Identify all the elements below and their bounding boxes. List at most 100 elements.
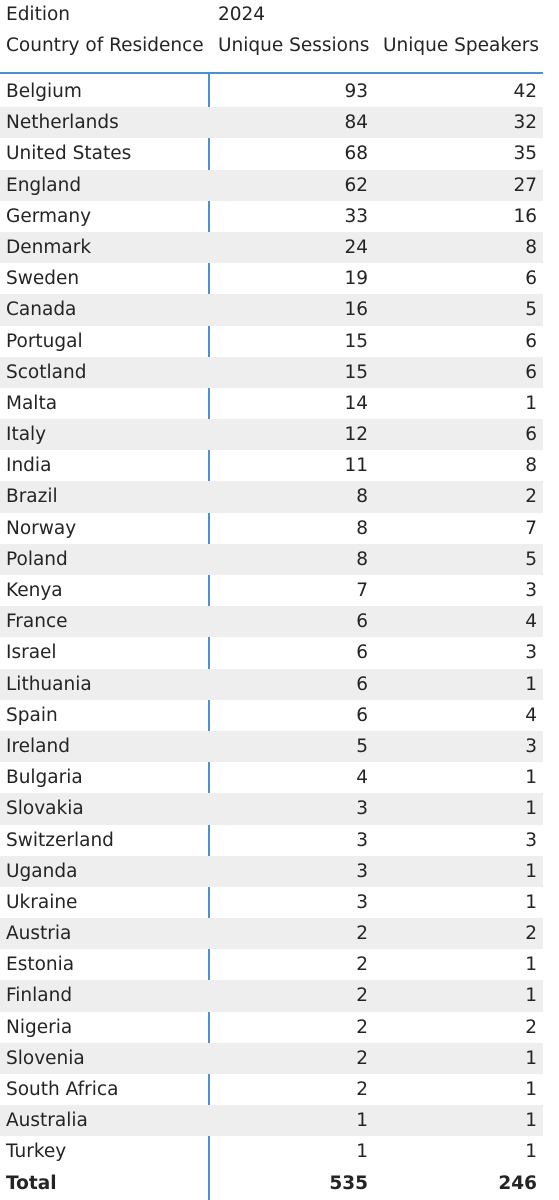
total-speakers: 246 (498, 1172, 537, 1194)
speakers-cell: 42 (513, 81, 537, 102)
total-label: Total (6, 1172, 57, 1194)
table-row[interactable]: Slovakia 3 1 (0, 793, 543, 825)
sessions-cell: 2 (356, 985, 368, 1007)
speakers-cell: 3 (525, 735, 537, 757)
country-cell: Lithuania (6, 673, 92, 695)
country-cell: Kenya (6, 580, 63, 601)
speakers-cell: 16 (513, 205, 537, 227)
speakers-cell: 1 (525, 673, 537, 695)
country-cell: Switzerland (6, 829, 114, 851)
speakers-cell: 1 (525, 392, 537, 414)
country-cell: Finland (6, 985, 73, 1007)
speakers-cell: 1 (525, 891, 537, 913)
sessions-cell: 3 (356, 891, 368, 913)
table-row[interactable]: Estonia 2 1 (0, 949, 543, 980)
country-cell: Ukraine (6, 891, 78, 913)
table-row[interactable]: Denmark 24 8 (0, 231, 543, 264)
column-header-sessions[interactable]: Unique Sessions (218, 31, 369, 61)
table-row[interactable]: Sweden 19 6 (0, 263, 543, 294)
country-cell: Australia (6, 1110, 88, 1132)
header-divider (0, 72, 543, 74)
sessions-cell: 8 (356, 517, 368, 539)
sessions-cell: 8 (356, 486, 368, 508)
table-row[interactable]: Kenya 7 3 (0, 575, 543, 606)
column-header-speakers[interactable]: Unique Speakers (383, 31, 539, 61)
sessions-cell: 4 (356, 767, 368, 789)
table-row[interactable]: France 6 4 (0, 606, 543, 638)
table-row[interactable]: Italy 12 6 (0, 419, 543, 451)
column-header-country[interactable]: Country of Residence (6, 31, 204, 61)
country-cell: Belgium (6, 81, 82, 102)
sessions-cell: 68 (344, 143, 368, 165)
speakers-cell: 32 (513, 112, 537, 134)
table-row[interactable]: Ireland 5 3 (0, 730, 543, 763)
speakers-cell: 5 (525, 299, 537, 321)
country-cell: Netherlands (6, 112, 119, 134)
table-row[interactable]: Austria 2 2 (0, 918, 543, 950)
table-row[interactable]: Portugal 15 6 (0, 326, 543, 357)
sessions-cell: 3 (356, 829, 368, 851)
country-cell: Sweden (6, 268, 80, 290)
speakers-cell: 2 (525, 923, 537, 945)
table-row[interactable]: Netherlands 84 32 (0, 107, 543, 139)
sessions-cell: 2 (356, 923, 368, 945)
speakers-cell: 3 (525, 580, 537, 601)
sessions-cell: 84 (344, 112, 368, 134)
sessions-cell: 6 (356, 704, 368, 726)
table-row[interactable]: Finland 2 1 (0, 980, 543, 1012)
sessions-cell: 62 (344, 174, 368, 196)
table-row[interactable]: India 11 8 (0, 450, 543, 481)
table-row[interactable]: United States 68 35 (0, 138, 543, 169)
table-body: Belgium 93 42 Netherlands 84 32 United States 6… (0, 76, 543, 1199)
speakers-cell: 1 (525, 954, 537, 976)
country-cell: Norway (6, 517, 77, 539)
table-row[interactable]: England 62 27 (0, 169, 543, 201)
table-row[interactable]: Uganda 3 1 (0, 855, 543, 887)
table-row[interactable]: Germany 33 16 (0, 201, 543, 232)
table-row[interactable]: Turkey 1 1 (0, 1136, 543, 1167)
sessions-cell: 15 (344, 361, 368, 383)
sessions-cell: 12 (344, 424, 368, 446)
table-row[interactable]: South Africa 2 1 (0, 1074, 543, 1105)
country-cell: Canada (6, 299, 77, 321)
table-row[interactable]: Canada 16 5 (0, 294, 543, 326)
country-cell: Brazil (6, 486, 58, 508)
table-row[interactable]: Belgium 93 42 (0, 76, 543, 107)
table-row[interactable]: Slovenia 2 1 (0, 1042, 543, 1074)
speakers-cell: 3 (525, 829, 537, 851)
table-row[interactable]: Norway 8 7 (0, 513, 543, 544)
speakers-cell: 6 (525, 330, 537, 352)
speakers-cell: 1 (525, 798, 537, 820)
sessions-cell: 1 (356, 1110, 368, 1132)
table-row[interactable]: Switzerland 3 3 (0, 825, 543, 856)
table-row[interactable]: Malta 14 1 (0, 388, 543, 419)
country-cell: Estonia (6, 954, 75, 976)
sessions-cell: 3 (356, 798, 368, 820)
table-row[interactable]: Bulgaria 4 1 (0, 762, 543, 793)
country-cell: South Africa (6, 1079, 119, 1100)
table-row[interactable]: Scotland 15 6 (0, 356, 543, 388)
table-row[interactable]: Brazil 8 2 (0, 481, 543, 513)
sessions-cell: 1 (356, 1141, 368, 1163)
table-row[interactable]: Australia 1 1 (0, 1105, 543, 1137)
table-row[interactable]: Nigeria 2 2 (0, 1012, 543, 1043)
sessions-cell: 11 (344, 455, 368, 477)
country-cell: Italy (6, 424, 47, 446)
sessions-cell: 2 (356, 954, 368, 976)
country-cell: Portugal (6, 330, 83, 352)
country-cell: Spain (6, 704, 58, 726)
country-cell: Scotland (6, 361, 87, 383)
speakers-cell: 7 (525, 517, 537, 539)
speakers-cell: 6 (525, 268, 537, 290)
table-row[interactable]: Israel 6 3 (0, 637, 543, 668)
table-row[interactable]: Lithuania 6 1 (0, 668, 543, 700)
table-row[interactable]: Spain 6 4 (0, 700, 543, 731)
table-row[interactable]: Ukraine 3 1 (0, 887, 543, 918)
edition-value: 2024 (218, 4, 266, 25)
country-cell: United States (6, 143, 132, 165)
country-cell: Germany (6, 205, 92, 227)
table-row[interactable]: Poland 8 5 (0, 543, 543, 575)
sessions-cell: 3 (356, 860, 368, 882)
speakers-cell: 1 (525, 860, 537, 882)
speakers-cell: 6 (525, 424, 537, 446)
